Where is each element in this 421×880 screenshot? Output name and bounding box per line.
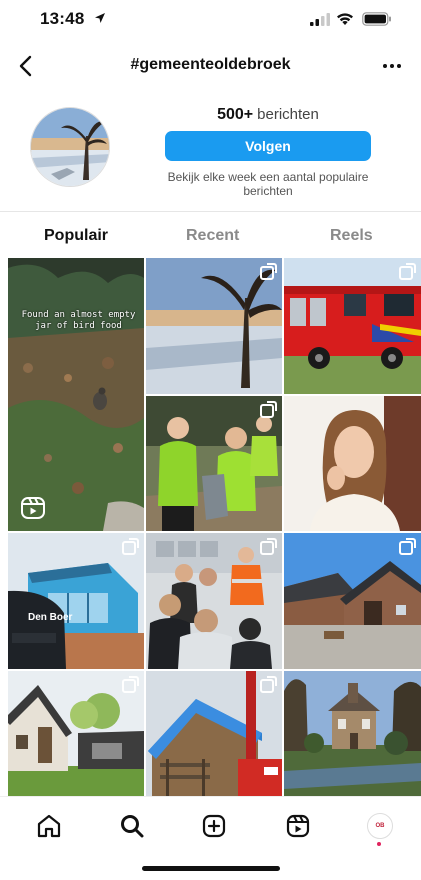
more-horizontal-icon: [383, 64, 401, 68]
multiple-posts-icon: [122, 538, 139, 555]
post-tile[interactable]: Den Boer: [8, 533, 144, 669]
hashtag-profile: 500+ berichten Volgen Bekijk elke week ee…: [0, 88, 421, 212]
multiple-posts-icon: [260, 538, 277, 555]
back-button[interactable]: [12, 53, 38, 79]
chevron-left-icon: [19, 55, 32, 77]
multiple-posts-icon: [260, 401, 277, 418]
post-image: [8, 258, 144, 531]
post-image: [284, 396, 421, 531]
multiple-posts-icon: [399, 538, 416, 555]
post-tile[interactable]: Found an almost empty jar of bird food: [8, 258, 144, 531]
nav-reels[interactable]: [283, 811, 313, 841]
notification-dot: [377, 842, 381, 846]
post-tile[interactable]: [146, 533, 282, 669]
reel-icon: [21, 497, 45, 519]
follow-button[interactable]: Volgen: [165, 131, 371, 161]
profile-avatar: OB: [367, 813, 393, 839]
post-count-label: berichten: [257, 106, 319, 123]
post-tile[interactable]: [284, 671, 421, 796]
multiple-posts-icon: [399, 263, 416, 280]
location-arrow-icon: [95, 13, 105, 23]
hashtag-description: Bekijk elke week een aantal populaire be…: [167, 170, 369, 198]
battery-icon: [362, 12, 391, 26]
hashtag-avatar: [30, 107, 110, 187]
post-grid: Found an almost empty jar of bird food D…: [8, 258, 421, 796]
nav-create[interactable]: [199, 811, 229, 841]
nav-search[interactable]: [117, 811, 147, 841]
tab-recent[interactable]: Recent: [186, 227, 239, 245]
tab-reels[interactable]: Reels: [330, 227, 373, 245]
bottom-navigation: OB: [0, 796, 421, 854]
post-stats: 500+ berichten: [165, 106, 371, 124]
more-options-button[interactable]: [379, 53, 405, 79]
avatar-image: [31, 108, 109, 186]
nav-header: #gemeenteoldebroek: [0, 44, 421, 88]
reels-icon: [286, 814, 310, 838]
feed-tabs: Populair Recent Reels: [0, 213, 421, 257]
search-icon: [121, 815, 144, 838]
home-icon: [37, 814, 61, 838]
multiple-posts-icon: [260, 263, 277, 280]
home-indicator: [142, 866, 280, 871]
post-tile[interactable]: [146, 396, 282, 531]
post-tile[interactable]: [146, 258, 282, 394]
page-title: #gemeenteoldebroek: [130, 56, 291, 73]
wifi-icon: [337, 13, 353, 25]
tab-popular[interactable]: Populair: [44, 227, 108, 245]
post-count: 500+: [217, 106, 254, 123]
nav-home[interactable]: [34, 811, 64, 841]
post-image: [284, 671, 421, 796]
post-tile[interactable]: [284, 533, 421, 669]
multiple-posts-icon: [122, 676, 139, 693]
nav-profile[interactable]: OB: [365, 811, 395, 846]
post-tile[interactable]: [8, 671, 144, 796]
post-caption-overlay: Found an almost empty jar of bird food: [21, 310, 136, 331]
post-tile[interactable]: [146, 671, 282, 796]
status-time: 13:48: [40, 9, 85, 28]
add-post-icon: [202, 814, 226, 838]
status-bar: 13:48: [0, 0, 421, 44]
signal-icon: [310, 13, 330, 26]
van-sign-text: Den Boer: [28, 612, 73, 623]
post-tile[interactable]: [284, 396, 421, 531]
post-tile[interactable]: [284, 258, 421, 394]
multiple-posts-icon: [260, 676, 277, 693]
